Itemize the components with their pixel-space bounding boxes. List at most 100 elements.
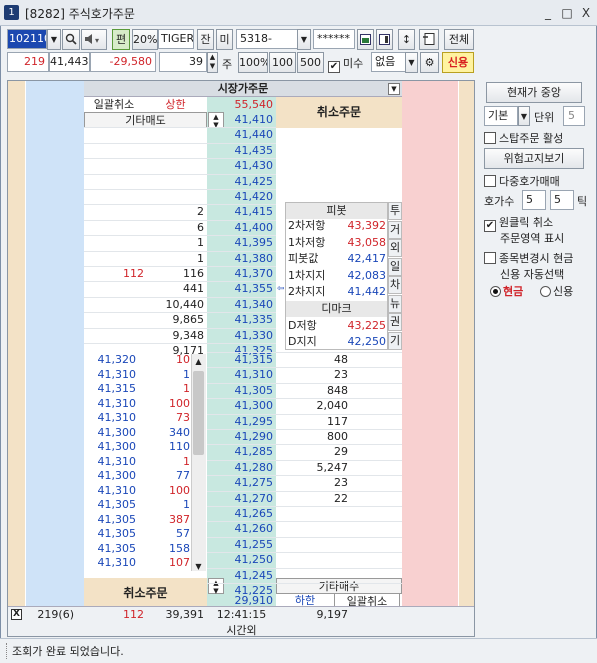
ask-price[interactable]: 41,370 bbox=[207, 266, 274, 282]
edit-toggle-button[interactable]: 편 bbox=[112, 29, 130, 50]
bid-price[interactable]: 41,310 bbox=[207, 367, 274, 383]
ratio-button[interactable]: 20% bbox=[132, 29, 158, 50]
price-count-select-2[interactable]: 5 bbox=[550, 190, 574, 210]
cash-radio-icon[interactable] bbox=[490, 286, 501, 297]
sell-order-column[interactable] bbox=[26, 81, 84, 636]
unit-input[interactable]: 5 bbox=[563, 106, 585, 126]
side-tab[interactable]: 기 bbox=[388, 331, 402, 350]
ask-price[interactable]: 41,335 bbox=[207, 312, 274, 328]
bid-price[interactable]: 41,285 bbox=[207, 444, 274, 460]
basic-select[interactable]: 기본 bbox=[484, 106, 518, 126]
ask-qty: 441 bbox=[183, 282, 204, 296]
doc-icon[interactable] bbox=[419, 29, 439, 50]
bid-price[interactable]: 41,270 bbox=[207, 491, 274, 507]
multi-price-checkbox[interactable]: 다중호가매매 bbox=[484, 173, 560, 189]
misu-check-icon[interactable]: ✔ bbox=[328, 61, 340, 73]
password-input[interactable]: ****** bbox=[313, 29, 355, 49]
scroll-down-icon[interactable]: ▼ bbox=[192, 559, 205, 575]
cancel-order-bottom[interactable]: 취소주문 bbox=[84, 578, 207, 609]
current-center-button[interactable]: 현재가 중앙 bbox=[486, 82, 582, 103]
bid-price[interactable]: 41,255 bbox=[207, 537, 274, 553]
stock-change-checkbox[interactable]: 종목변경시 현금 bbox=[484, 250, 573, 266]
minimize-button[interactable]: _ bbox=[540, 5, 556, 21]
bid-price[interactable]: 41,315 bbox=[207, 352, 274, 368]
stock-change-check-icon[interactable] bbox=[484, 252, 496, 264]
sort-arrows-icon[interactable]: ↕ bbox=[398, 29, 415, 50]
pct100-button[interactable]: 100% bbox=[238, 52, 268, 73]
unfilled-button[interactable]: 미 bbox=[216, 29, 233, 50]
code-dropdown-icon[interactable]: ▼ bbox=[47, 29, 61, 50]
market-order-header[interactable]: 시장가주문 bbox=[84, 81, 402, 97]
one-click-check-icon[interactable]: ✔ bbox=[484, 220, 496, 232]
ask-price[interactable]: 41,435 bbox=[207, 143, 274, 159]
ask-price[interactable]: 41,440 bbox=[207, 127, 274, 143]
side-tab[interactable]: 일 bbox=[388, 257, 402, 276]
ask-price[interactable]: 41,410 bbox=[207, 112, 274, 128]
order-qty-input[interactable]: 39 bbox=[159, 52, 207, 72]
ask-price[interactable]: 41,425 bbox=[207, 174, 274, 190]
qty500-button[interactable]: 500 bbox=[297, 52, 324, 73]
ask-qty: 10,440 bbox=[165, 297, 205, 311]
side-tab[interactable]: 차 bbox=[388, 276, 402, 294]
scroll-thumb[interactable] bbox=[193, 371, 204, 455]
bid-price[interactable]: 41,280 bbox=[207, 460, 274, 476]
bid-price[interactable]: 41,225 bbox=[207, 583, 274, 599]
account-dropdown-icon[interactable]: ▼ bbox=[297, 29, 311, 50]
close-button[interactable]: X bbox=[578, 5, 594, 21]
credit-radio[interactable]: 신용 bbox=[540, 283, 573, 299]
bid-price[interactable]: 41,295 bbox=[207, 414, 274, 430]
side-tab[interactable]: 권 bbox=[388, 313, 402, 331]
basic-dropdown-icon[interactable]: ▼ bbox=[518, 106, 530, 126]
bid-price[interactable]: 41,250 bbox=[207, 552, 274, 568]
side-tab[interactable]: 뉴 bbox=[388, 294, 402, 313]
ask-price[interactable]: 41,420 bbox=[207, 189, 274, 205]
stop-order-checkbox[interactable]: 스탑주문 활성 bbox=[484, 130, 563, 146]
stop-order-check-icon[interactable] bbox=[484, 132, 496, 144]
gear-icon[interactable]: ⚙ bbox=[420, 52, 439, 73]
layout-icon-1[interactable] bbox=[357, 29, 374, 50]
qty-stepper[interactable]: ▲ ▼ bbox=[207, 52, 218, 73]
bid-price[interactable]: 41,275 bbox=[207, 475, 274, 491]
market-order-dropdown-icon[interactable]: ▼ bbox=[388, 83, 400, 95]
bid-price[interactable]: 41,300 bbox=[207, 398, 274, 414]
row-divider bbox=[207, 367, 402, 369]
search-icon[interactable] bbox=[62, 29, 80, 50]
credit-radio-icon[interactable] bbox=[540, 286, 551, 297]
bid-price[interactable]: 41,260 bbox=[207, 521, 274, 537]
side-tab[interactable]: 외 bbox=[388, 239, 402, 257]
speaker-icon[interactable]: ▾ bbox=[81, 29, 107, 50]
misu-checkbox[interactable]: ✔ 미수 bbox=[328, 55, 363, 73]
ask-price[interactable]: 41,340 bbox=[207, 297, 274, 313]
ask-price[interactable]: 41,415 bbox=[207, 204, 274, 220]
stock-code-input[interactable]: 102110 bbox=[7, 29, 47, 49]
cash-radio[interactable]: 현금 bbox=[490, 283, 523, 299]
all-button[interactable]: 전체 bbox=[444, 29, 474, 50]
option-select[interactable]: 없음 bbox=[371, 52, 407, 72]
risk-view-button[interactable]: 위험고지보기 bbox=[484, 148, 584, 169]
bid-price[interactable]: 41,245 bbox=[207, 568, 274, 584]
ask-price[interactable]: 41,400 bbox=[207, 220, 274, 236]
ask-price[interactable]: 41,330 bbox=[207, 328, 274, 344]
layout-icon-2[interactable] bbox=[376, 29, 393, 50]
ask-price[interactable]: 41,355 bbox=[207, 281, 274, 297]
side-tab[interactable]: 투 bbox=[388, 202, 402, 220]
multi-price-check-icon[interactable] bbox=[484, 175, 496, 187]
buy-order-column[interactable] bbox=[402, 81, 458, 636]
option-dropdown-icon[interactable]: ▼ bbox=[405, 52, 418, 73]
maximize-button[interactable]: □ bbox=[559, 5, 575, 21]
bulk-cancel-sell[interactable]: 일괄취소 bbox=[84, 97, 144, 113]
price-count-select-1[interactable]: 5 bbox=[522, 190, 546, 210]
ask-price[interactable]: 41,430 bbox=[207, 158, 274, 174]
bid-price[interactable]: 41,265 bbox=[207, 506, 274, 522]
balance-button[interactable]: 잔 bbox=[197, 29, 214, 50]
footer-check-icon[interactable]: X bbox=[11, 609, 22, 620]
cancel-order-top[interactable]: 취소주문 bbox=[276, 97, 402, 128]
ask-price[interactable]: 41,395 bbox=[207, 235, 274, 251]
ask-price[interactable]: 41,380 bbox=[207, 251, 274, 267]
account-select[interactable]: 5318- bbox=[236, 29, 298, 49]
qty100-button[interactable]: 100 bbox=[269, 52, 296, 73]
bid-price[interactable]: 41,290 bbox=[207, 429, 274, 445]
side-tab[interactable]: 거 bbox=[388, 220, 402, 239]
credit-button[interactable]: 신용 bbox=[442, 52, 474, 73]
bid-price[interactable]: 41,305 bbox=[207, 383, 274, 399]
